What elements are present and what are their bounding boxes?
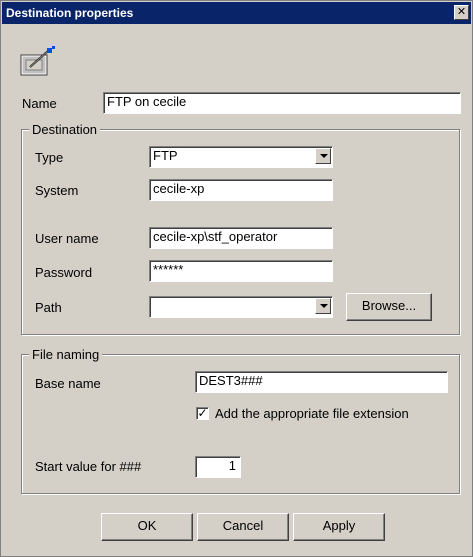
type-select[interactable]: FTP: [149, 146, 333, 168]
close-icon[interactable]: ✕: [454, 5, 469, 20]
password-input[interactable]: ******: [149, 260, 333, 282]
user-name-label: User name: [35, 231, 99, 246]
window-title: Destination properties: [6, 6, 134, 20]
system-input[interactable]: cecile-xp: [149, 179, 333, 201]
start-value-label: Start value for ###: [35, 459, 142, 474]
properties-edit-icon: [18, 45, 58, 77]
file-extension-checkbox-label[interactable]: Add the appropriate file extension: [215, 406, 409, 422]
chevron-down-icon[interactable]: [315, 298, 331, 314]
path-select[interactable]: [149, 296, 333, 318]
system-label: System: [35, 183, 79, 198]
password-label: Password: [35, 265, 93, 280]
name-input[interactable]: FTP on cecile: [103, 92, 461, 114]
base-name-label: Base name: [35, 376, 101, 391]
apply-button[interactable]: Apply: [293, 513, 385, 541]
file-extension-checkbox[interactable]: ✓: [196, 407, 209, 420]
name-label: Name: [22, 96, 57, 111]
start-value-input[interactable]: 1: [195, 456, 241, 478]
type-select-value: FTP: [153, 148, 178, 163]
title-bar[interactable]: Destination properties ✕: [2, 2, 471, 24]
browse-button[interactable]: Browse...: [346, 293, 432, 321]
destination-group-title: Destination: [29, 122, 101, 138]
path-label: Path: [35, 300, 62, 315]
destination-properties-dialog: Destination properties ✕ Name FTP on cec…: [0, 0, 473, 557]
chevron-down-icon[interactable]: [315, 148, 331, 164]
type-label: Type: [35, 150, 64, 165]
file-naming-group-title: File naming: [29, 347, 103, 363]
ok-button[interactable]: OK: [101, 513, 193, 541]
cancel-button[interactable]: Cancel: [197, 513, 289, 541]
user-name-input[interactable]: cecile-xp\stf_operator: [149, 227, 333, 249]
base-name-input[interactable]: DEST3###: [195, 371, 448, 393]
